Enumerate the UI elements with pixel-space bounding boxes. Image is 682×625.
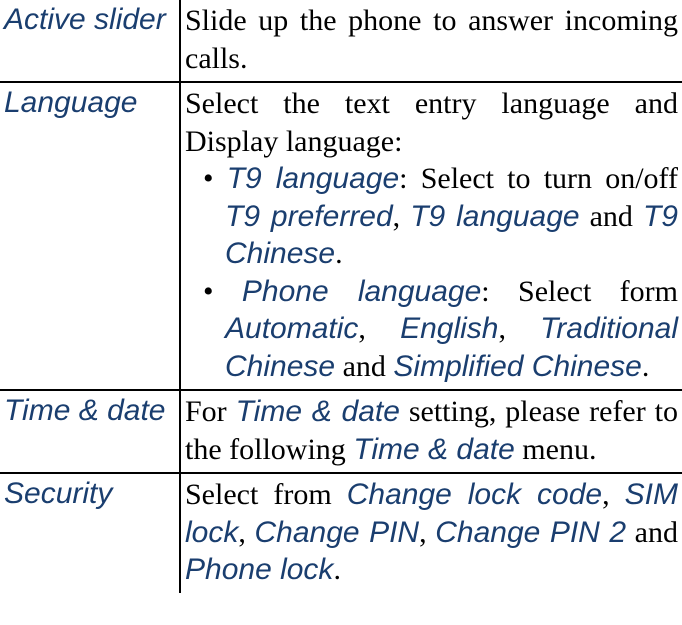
text: , bbox=[419, 516, 435, 549]
row-desc: Select from Change lock code, SIM lock, … bbox=[185, 476, 678, 589]
row-desc: Select the text entry language and Displ… bbox=[185, 85, 678, 385]
row-desc-cell: Select from Change lock code, SIM lock, … bbox=[180, 473, 682, 593]
text: . bbox=[642, 350, 650, 383]
list-item: T9 language: Select to turn on/off T9 pr… bbox=[185, 160, 678, 273]
keyword: Time & date bbox=[353, 433, 514, 466]
list-item: Phone language: Select form Automatic, E… bbox=[185, 273, 678, 386]
text: menu. bbox=[515, 433, 597, 466]
intro-text: Select the text entry language and Displ… bbox=[185, 85, 678, 160]
row-desc-cell: Slide up the phone to answer incoming ca… bbox=[180, 0, 682, 82]
text: , bbox=[393, 200, 411, 233]
keyword: T9 language bbox=[227, 162, 399, 195]
keyword: T9 language bbox=[410, 200, 579, 233]
text: , bbox=[498, 312, 540, 345]
text: . bbox=[333, 553, 341, 586]
keyword: Change PIN 2 bbox=[435, 516, 626, 549]
keyword: T9 preferred bbox=[225, 200, 393, 233]
bullet-list: T9 language: Select to turn on/off T9 pr… bbox=[185, 160, 678, 385]
settings-table: Active slider Slide up the phone to answ… bbox=[0, 0, 682, 593]
row-label: Security bbox=[4, 476, 175, 512]
text: , bbox=[358, 312, 400, 345]
keyword: English bbox=[400, 312, 498, 345]
row-desc: For Time & date setting, please refer to… bbox=[185, 393, 678, 468]
text: , bbox=[602, 478, 625, 511]
row-desc: Slide up the phone to answer incoming ca… bbox=[185, 2, 678, 77]
text: and bbox=[580, 200, 643, 233]
row-label: Active slider bbox=[4, 2, 175, 38]
table-row: Active slider Slide up the phone to answ… bbox=[0, 0, 682, 82]
keyword: Phone language bbox=[242, 275, 481, 308]
table-row: Security Select from Change lock code, S… bbox=[0, 473, 682, 593]
text: and bbox=[335, 350, 393, 383]
table-row: Time & date For Time & date setting, ple… bbox=[0, 390, 682, 473]
keyword: Change PIN bbox=[255, 516, 420, 549]
keyword: Simplified Chinese bbox=[393, 350, 641, 383]
row-desc-cell: For Time & date setting, please refer to… bbox=[180, 390, 682, 473]
row-label-cell: Active slider bbox=[0, 0, 180, 82]
keyword: Time & date bbox=[236, 395, 400, 428]
text: : Select form bbox=[481, 275, 678, 308]
row-label-cell: Time & date bbox=[0, 390, 180, 473]
row-desc-cell: Select the text entry language and Displ… bbox=[180, 82, 682, 390]
row-label-cell: Security bbox=[0, 473, 180, 593]
row-label: Time & date bbox=[4, 393, 175, 429]
keyword: Automatic bbox=[225, 312, 358, 345]
text: . bbox=[335, 237, 343, 270]
keyword: Change lock code bbox=[347, 478, 602, 511]
row-label: Language bbox=[4, 85, 175, 121]
text: and bbox=[626, 516, 678, 549]
text: : Select to turn on/off bbox=[399, 162, 678, 195]
text: For bbox=[185, 395, 236, 428]
keyword: Phone lock bbox=[185, 553, 333, 586]
text: , bbox=[238, 516, 254, 549]
table-row: Language Select the text entry language … bbox=[0, 82, 682, 390]
text: Select from bbox=[185, 478, 347, 511]
row-label-cell: Language bbox=[0, 82, 180, 390]
